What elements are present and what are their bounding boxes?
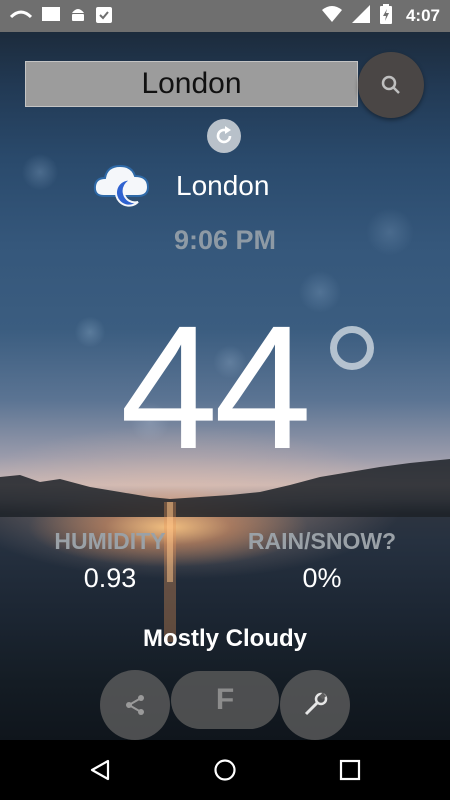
wrench-icon [304, 692, 328, 716]
square-icon [42, 6, 60, 26]
precipitation-value: 0% [302, 563, 342, 593]
city-label: London [176, 170, 270, 201]
cloudy-night-icon [93, 164, 150, 207]
status-right: 4:07 [321, 3, 440, 29]
recents-icon[interactable] [338, 758, 362, 782]
humidity-value: 0.93 [83, 563, 137, 593]
precipitation-label: RAIN/SNOW? [247, 528, 397, 554]
cast-icon [9, 7, 33, 26]
wifi-icon [321, 5, 342, 27]
android-icon [70, 5, 86, 28]
settings-button[interactable] [280, 670, 350, 740]
search-button[interactable] [358, 52, 424, 118]
battery-charging-icon [379, 3, 392, 29]
city-search-input[interactable]: London [25, 61, 358, 107]
condition-label: Mostly Cloudy [142, 625, 307, 652]
degree-icon [330, 326, 374, 370]
navigation-bar [0, 740, 450, 800]
temperature-value: 44 [120, 290, 312, 486]
back-icon[interactable] [88, 758, 112, 782]
status-left [9, 5, 112, 28]
signal-icon [351, 4, 370, 28]
search-icon [381, 75, 400, 94]
local-time: 9:06 PM [173, 225, 277, 255]
home-icon[interactable] [213, 758, 237, 782]
refresh-icon [216, 126, 232, 144]
status-bar: 4:07 [0, 0, 450, 32]
status-time: 4:07 [405, 6, 440, 25]
refresh-button[interactable] [207, 119, 241, 153]
humidity-label: HUMIDITY [54, 528, 166, 554]
clipboard-check-icon [96, 5, 112, 28]
unit-toggle-button[interactable]: F [171, 671, 279, 729]
share-button[interactable] [100, 670, 170, 740]
share-icon [126, 695, 144, 715]
